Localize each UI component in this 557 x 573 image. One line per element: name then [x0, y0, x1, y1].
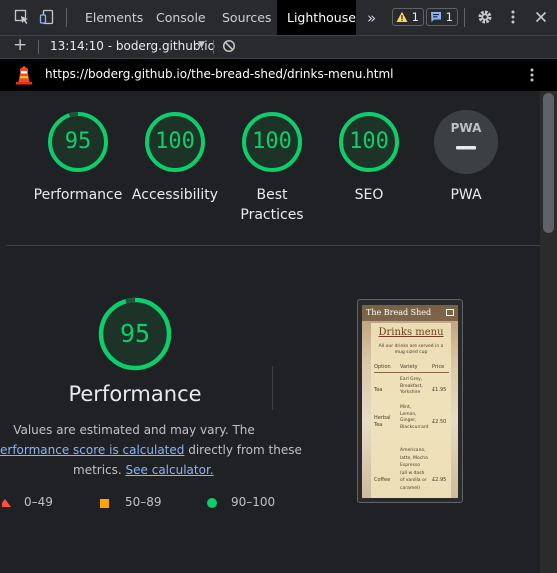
table-cell: Americano, latte, Mocha Espresso (all w … [400, 447, 428, 492]
table-rule [374, 372, 449, 373]
vertical-divider [272, 366, 273, 410]
performance-title: Performance [68, 382, 202, 406]
gauge-best-practices[interactable]: 100 [240, 110, 304, 174]
section-divider [6, 245, 540, 246]
gauge-pwa[interactable]: PWA [434, 110, 498, 174]
table-cell: £2.95 [432, 477, 447, 483]
warnings-count: 1 [411, 10, 419, 24]
chevron-down-icon[interactable]: ▼ [198, 40, 205, 50]
see-calculator-link[interactable]: See calculator. [126, 463, 214, 477]
performance-description-line: metrics. See calculator. [73, 460, 214, 480]
lighthouse-report-bar: + 13:14:10 - boderg.github.io ▼ [0, 35, 557, 59]
variety-line: (all w dash [400, 470, 425, 476]
messages-badge[interactable]: 1 [426, 8, 458, 26]
message-icon [430, 11, 442, 27]
performance-large-gauge: 95 [97, 296, 173, 372]
page-url: https://boderg.github.io/the-bread-shed/… [45, 67, 394, 81]
kebab-menu-icon[interactable] [525, 67, 539, 86]
messages-count: 1 [445, 10, 453, 24]
screenshot-subtitle: All our drinks are served in a mug sized… [371, 344, 451, 356]
variety-line: latte, Mocha [400, 455, 428, 461]
kebab-menu-icon[interactable] [505, 9, 521, 25]
gauge-score: 95 [64, 129, 92, 154]
inspect-element-icon[interactable] [14, 9, 30, 25]
device-toolbar-icon[interactable] [39, 9, 55, 25]
close-icon[interactable] [533, 9, 549, 25]
more-tabs-button[interactable]: » [359, 0, 384, 35]
tab-lighthouse[interactable]: Lighthouse [277, 0, 356, 35]
table-cell: Herbal Tea [374, 415, 391, 428]
average-square-icon [100, 499, 109, 508]
warning-icon [396, 11, 408, 27]
gauge-label: Accessibility [131, 187, 219, 203]
performance-score: 95 [119, 319, 151, 348]
legend-pass: 90–100 [231, 495, 276, 509]
gauge-label: PWA [450, 187, 482, 203]
page-screenshot: The Bread Shed Drinks menu All our drink… [362, 305, 458, 498]
table-header: Option [374, 364, 391, 370]
screenshot-title: Drinks menu [378, 327, 444, 338]
gauge-performance[interactable]: 95 [46, 110, 110, 174]
table-header: Price [432, 364, 445, 370]
table-cell: Mint, Lemon, Ginger, Blackcurrant [400, 405, 429, 431]
legend-average: 50–89 [125, 495, 162, 509]
gauge-accessibility[interactable]: 100 [143, 110, 207, 174]
variety-line: Americano, [400, 448, 426, 453]
table-cell: Earl Grey, Breakfast, Yorkshire [400, 377, 423, 397]
subbar-divider [38, 40, 39, 54]
table-cell: Tea [374, 387, 383, 393]
scrollbar-thumb[interactable] [543, 93, 554, 233]
tab-elements[interactable]: Elements [77, 0, 151, 35]
pass-circle-icon [207, 498, 217, 508]
lighthouse-icon [15, 65, 33, 88]
gauge-seo[interactable]: 100 [337, 110, 401, 174]
table-cell: £1.95 [432, 387, 447, 393]
description-text: metrics. [73, 463, 126, 477]
variety-line: Yorkshire [400, 390, 421, 395]
hamburger-icon [446, 309, 454, 316]
report-selector[interactable]: 13:14:10 - boderg.github.io [50, 39, 215, 53]
new-report-button[interactable]: + [13, 35, 27, 55]
variety-line: Blackcurrant [400, 424, 429, 430]
legend-fail: 0–49 [24, 495, 53, 509]
variety-line: of vanilla or [400, 478, 427, 483]
table-header: Variety [400, 364, 418, 370]
devtools-toolbar: Elements Console Sources Lighthouse » 1 … [0, 0, 557, 36]
warnings-badge[interactable]: 1 [392, 8, 424, 26]
gauge-label: Practices [240, 207, 304, 223]
gauge-label: Best [256, 187, 288, 203]
variety-line: Espresso [400, 463, 421, 468]
tab-sources[interactable]: Sources [214, 0, 279, 35]
screenshot-brand: The Bread Shed [366, 308, 432, 317]
variety-line: Earl Grey, [400, 377, 423, 382]
pwa-icon: PWA [450, 121, 482, 135]
variety-line: caramel) [400, 485, 420, 491]
toolbar-divider [464, 8, 465, 27]
toolbar-divider [66, 8, 67, 27]
gauge-label: SEO [354, 187, 384, 203]
gear-icon[interactable] [477, 9, 493, 25]
fail-triangle-icon [0, 497, 12, 511]
table-cell: Coffee [374, 477, 391, 483]
performance-description-line: erformance score is calculated directly … [0, 440, 302, 460]
clear-block-icon[interactable] [222, 39, 236, 56]
url-bar: https://boderg.github.io/the-bread-shed/… [0, 59, 557, 91]
gauge-score: 100 [252, 129, 292, 154]
table-cell: £2.50 [432, 419, 447, 425]
description-text: directly from these [184, 443, 302, 457]
tab-console[interactable]: Console [148, 0, 214, 35]
screenshot-subtitle-line: mug sized cup [394, 350, 428, 355]
performance-score-link[interactable]: erformance score is calculated [0, 443, 184, 457]
gauge-score: 100 [349, 129, 389, 154]
performance-description-line: Values are estimated and may vary. The [13, 423, 255, 437]
gauge-score: 100 [155, 129, 195, 154]
subbar-divider [213, 40, 214, 54]
gauge-label: Performance [33, 187, 123, 203]
